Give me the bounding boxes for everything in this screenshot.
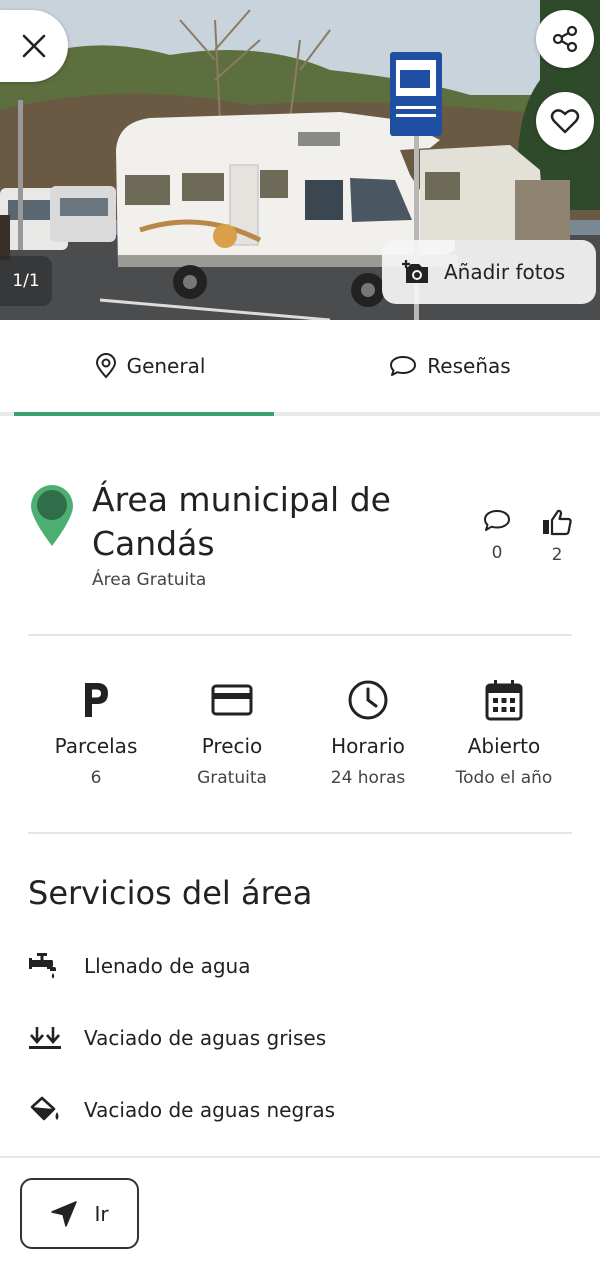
- go-button[interactable]: Ir: [20, 1178, 139, 1249]
- info-open-value: Todo el año: [455, 768, 553, 788]
- thumbs-up-icon: [543, 509, 572, 536]
- info-parcels-label: Parcelas: [54, 734, 138, 758]
- bottom-action-bar: Ir: [0, 1156, 600, 1266]
- share-button[interactable]: [536, 10, 594, 68]
- chat-bubble-icon: [390, 356, 417, 376]
- likes-stat[interactable]: 2: [537, 508, 577, 565]
- info-row: Parcelas 6 Precio Gratuita Horario 24 ho…: [28, 672, 572, 802]
- info-parcels-value: 6: [90, 768, 102, 788]
- divider: [28, 634, 572, 636]
- info-schedule-label: Horario: [331, 734, 405, 758]
- photo-counter: 1/1: [0, 256, 52, 306]
- water-tap-icon: [29, 953, 56, 979]
- service-black-water: Vaciado de aguas negras: [28, 1090, 568, 1130]
- likes-count: 2: [551, 545, 563, 565]
- close-icon: [22, 34, 46, 58]
- place-subtitle: Área Gratuita: [92, 570, 207, 590]
- info-schedule: Horario 24 horas: [300, 672, 436, 802]
- favorite-button[interactable]: [536, 92, 594, 150]
- comments-count: 0: [491, 543, 503, 563]
- map-marker-icon: [31, 485, 73, 546]
- add-photos-label: Añadir fotos: [444, 260, 566, 284]
- info-parcels: Parcelas 6: [28, 672, 164, 802]
- heart-icon: [550, 109, 580, 134]
- service-water-fill-label: Llenado de agua: [84, 954, 251, 978]
- info-open-label: Abierto: [467, 734, 541, 758]
- tab-general[interactable]: General: [0, 320, 300, 416]
- add-photos-button[interactable]: Añadir fotos: [382, 240, 596, 304]
- service-black-water-label: Vaciado de aguas negras: [84, 1098, 336, 1122]
- place-title: Área municipal de Candás: [92, 480, 391, 563]
- parking-icon: [85, 683, 108, 717]
- navigation-arrow-icon: [51, 1200, 78, 1227]
- tab-reviews-label: Reseñas: [427, 354, 511, 378]
- add-photo-camera-icon: [402, 260, 428, 283]
- divider: [28, 832, 572, 834]
- comment-icon: [484, 510, 510, 531]
- tab-reviews[interactable]: Reseñas: [300, 320, 600, 412]
- service-grey-water: Vaciado de aguas grises: [28, 1018, 568, 1058]
- comments-stat[interactable]: 0: [477, 508, 517, 563]
- calendar-icon: [485, 680, 523, 721]
- service-water-fill: Llenado de agua: [28, 946, 568, 986]
- service-grey-water-label: Vaciado de aguas grises: [84, 1026, 327, 1050]
- services-title: Servicios del área: [28, 874, 313, 912]
- info-price-label: Precio: [201, 734, 263, 758]
- share-icon: [552, 25, 578, 53]
- credit-card-icon: [211, 684, 253, 716]
- hero-photo[interactable]: 1/1 Añadir fotos: [0, 0, 600, 320]
- tab-general-label: General: [126, 354, 206, 378]
- info-open: Abierto Todo el año: [436, 672, 572, 802]
- grey-water-drain-icon: [29, 1027, 61, 1049]
- place-header: Área municipal de Candás Área Gratuita 0…: [28, 478, 573, 598]
- go-button-label: Ir: [94, 1201, 109, 1226]
- info-price-value: Gratuita: [197, 768, 267, 788]
- info-schedule-value: 24 horas: [330, 768, 406, 788]
- clock-icon: [348, 680, 388, 720]
- info-price: Precio Gratuita: [164, 672, 300, 802]
- black-water-drain-icon: [30, 1096, 59, 1121]
- location-pin-icon: [95, 353, 116, 379]
- tab-bar: General Reseñas: [0, 320, 600, 416]
